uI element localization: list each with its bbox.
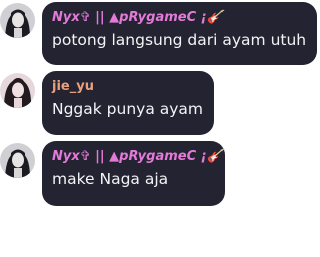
message-bubble[interactable]: Nyx✞ || ▲pRygameC ¡🎸 make Naga aja — [42, 141, 225, 206]
message-bubble[interactable]: jie_yu Nggak punya ayam — [42, 71, 214, 135]
message-bubble[interactable]: Nyx✞ || ▲pRygameC ¡🎸 potong langsung dar… — [42, 2, 317, 65]
chat-message: jie_yu Nggak punya ayam — [0, 71, 320, 137]
chat-message: Nyx✞ || ▲pRygameC ¡🎸 potong langsung dar… — [0, 0, 320, 66]
avatar[interactable] — [0, 73, 35, 108]
sender-name[interactable]: Nyx✞ || ▲pRygameC ¡🎸 — [52, 10, 307, 26]
user-avatar-icon — [0, 73, 35, 108]
avatar[interactable] — [0, 143, 35, 178]
message-text: Nggak punya ayam — [52, 100, 204, 118]
user-avatar-icon — [0, 143, 35, 178]
sender-name[interactable]: jie_yu — [52, 79, 204, 95]
message-text: potong langsung dari ayam utuh — [52, 31, 307, 49]
avatar[interactable] — [0, 3, 35, 38]
user-avatar-icon — [0, 3, 35, 38]
chat-message: Nyx✞ || ▲pRygameC ¡🎸 make Naga aja — [0, 140, 320, 206]
chat-thread: Nyx✞ || ▲pRygameC ¡🎸 potong langsung dar… — [0, 0, 320, 257]
message-text: make Naga aja — [52, 170, 169, 188]
sender-name[interactable]: Nyx✞ || ▲pRygameC ¡🎸 — [52, 149, 223, 165]
